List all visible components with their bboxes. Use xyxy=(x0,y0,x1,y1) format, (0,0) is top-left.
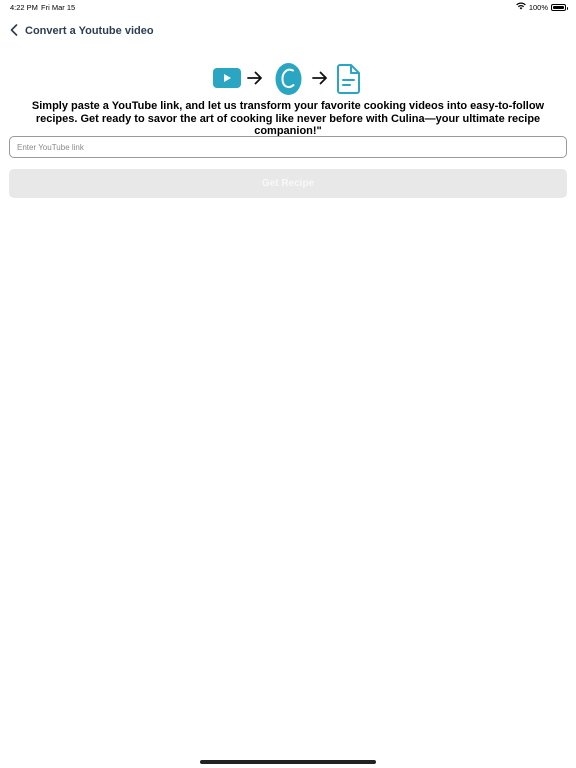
status-time: 4:22 PM xyxy=(10,3,38,12)
home-indicator xyxy=(200,760,376,764)
conversion-illustration xyxy=(0,60,576,96)
page-title: Convert a Youtube video xyxy=(25,25,154,37)
culina-logo-icon xyxy=(275,62,302,100)
navigation-bar: Convert a Youtube video xyxy=(0,18,576,46)
youtube-link-input[interactable] xyxy=(9,136,567,158)
battery-icon xyxy=(551,3,568,11)
status-indicators: 100% xyxy=(516,2,568,12)
arrow-right-icon xyxy=(312,71,328,90)
battery-percent: 100% xyxy=(528,2,548,12)
get-recipe-button[interactable]: Get Recipe xyxy=(9,169,567,198)
arrow-right-icon xyxy=(247,71,263,90)
description-text: Simply paste a YouTube link, and let us … xyxy=(31,100,545,137)
wifi-icon xyxy=(516,2,526,12)
document-icon xyxy=(336,64,361,99)
status-date: Fri Mar 15 xyxy=(41,3,76,12)
chevron-left-icon xyxy=(10,23,18,41)
status-bar: 4:22 PM Fri Mar 15 100% xyxy=(0,0,576,14)
back-button[interactable] xyxy=(6,24,22,40)
youtube-play-icon xyxy=(213,68,241,93)
